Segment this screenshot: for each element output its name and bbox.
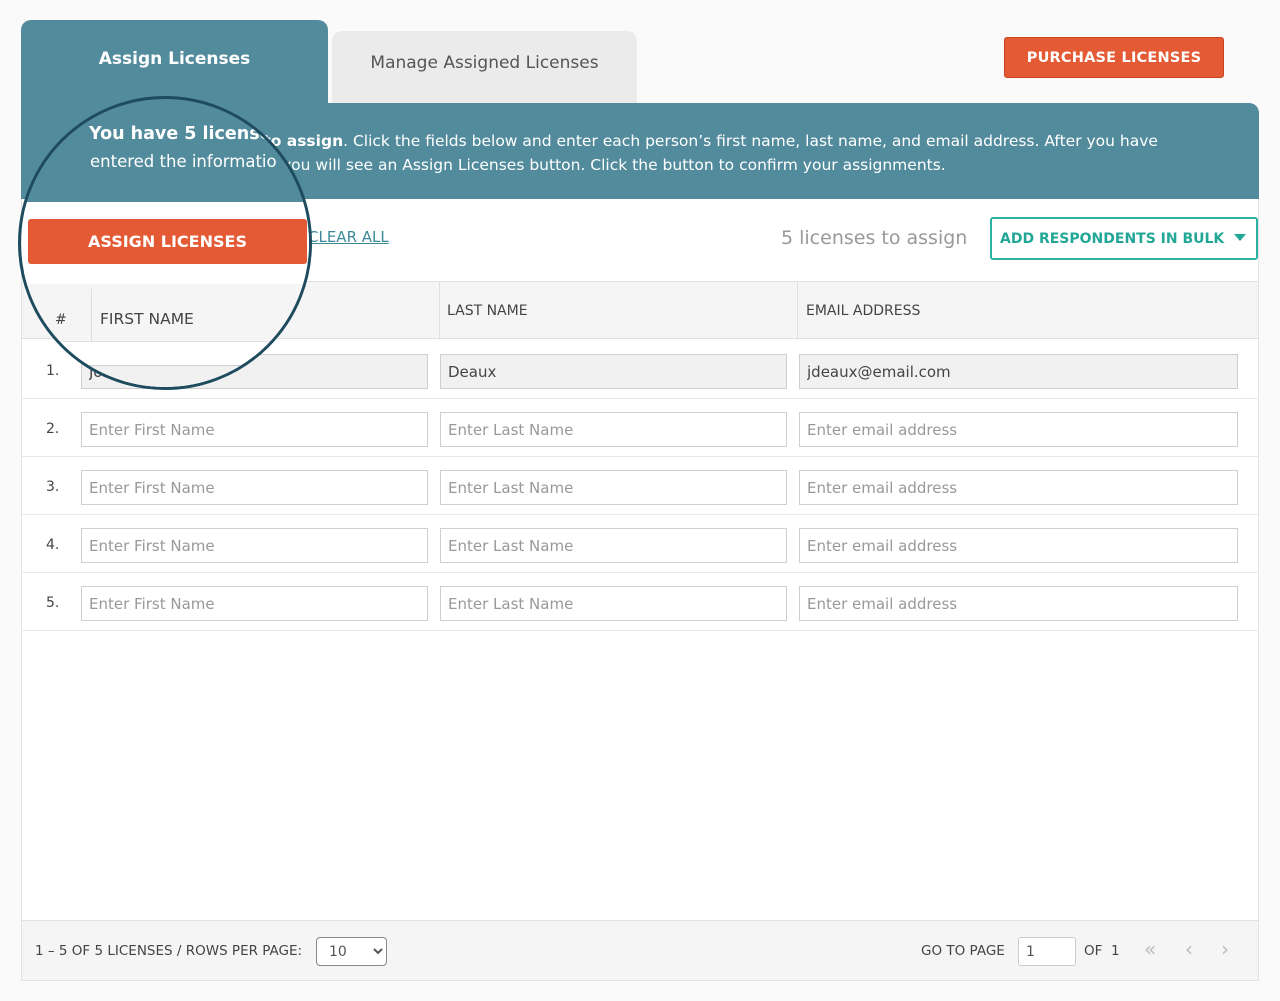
instruction-banner: You have 5 licenses to assign. Click the… [21, 103, 1259, 199]
go-to-page-label: GO TO PAGE [921, 943, 1005, 959]
tab-manage-assigned-licenses[interactable]: Manage Assigned Licenses [332, 31, 637, 104]
table-row: 2. [22, 399, 1258, 457]
email-input[interactable] [799, 412, 1238, 447]
total-pages-label: OF 1 [1084, 943, 1120, 959]
row-number: 5. [46, 595, 60, 611]
column-divider [439, 282, 440, 340]
first-page-icon[interactable]: « [1144, 937, 1156, 961]
last-name-input[interactable] [440, 586, 787, 621]
table-row: 5. [22, 573, 1258, 631]
last-name-input[interactable] [440, 354, 787, 389]
row-number: 4. [46, 537, 60, 553]
license-page: Assign Licenses Manage Assigned Licenses… [0, 0, 1280, 1001]
instruction-intro: You have 5 licenses to assign [87, 132, 344, 150]
row-number: 3. [46, 479, 60, 495]
next-page-icon[interactable]: › [1221, 937, 1229, 961]
email-input[interactable] [799, 354, 1238, 389]
first-name-input[interactable] [81, 586, 428, 621]
add-respondents-bulk-label: ADD RESPONDENTS IN BULK [1000, 230, 1225, 247]
tab-assign-licenses[interactable]: Assign Licenses [21, 20, 328, 104]
last-name-input[interactable] [440, 528, 787, 563]
purchase-licenses-button[interactable]: PURCHASE LICENSES [1004, 37, 1224, 78]
header-first-name: FIRST NAME [97, 310, 182, 326]
last-name-input[interactable] [440, 470, 787, 505]
instruction-text: You have 5 licenses to assign. Click the… [87, 129, 1207, 177]
pagination-summary: 1 – 5 OF 5 LICENSES / ROWS PER PAGE: [35, 943, 303, 959]
email-input[interactable] [799, 528, 1238, 563]
row-number: 1. [46, 363, 60, 379]
rows-per-page-select[interactable]: 10 [316, 937, 387, 966]
clear-all-link[interactable]: CLEAR ALL [308, 228, 389, 246]
header-email-address: EMAIL ADDRESS [806, 303, 921, 319]
previous-page-icon[interactable]: ‹ [1185, 937, 1193, 961]
column-divider [88, 282, 89, 340]
go-to-page-input[interactable] [1018, 937, 1076, 966]
total-pages: 1 [1111, 943, 1120, 959]
table-header: # FIRST NAME LAST NAME EMAIL ADDRESS [22, 281, 1258, 340]
licenses-count: 5 licenses to assign [781, 227, 968, 249]
first-name-input[interactable] [81, 412, 428, 447]
first-name-input[interactable] [81, 528, 428, 563]
caret-down-icon [1234, 234, 1246, 241]
last-name-input[interactable] [440, 412, 787, 447]
table-row: 4. [22, 515, 1258, 573]
table-row: 3. [22, 457, 1258, 515]
pagination-footer: 1 – 5 OF 5 LICENSES / ROWS PER PAGE: 10 … [22, 920, 1258, 980]
of-text: OF [1084, 943, 1103, 959]
add-respondents-bulk-button[interactable]: ADD RESPONDENTS IN BULK [990, 217, 1258, 260]
table-row: 1. [22, 341, 1258, 399]
first-name-input[interactable] [81, 354, 428, 389]
email-input[interactable] [799, 470, 1238, 505]
assign-licenses-button[interactable]: ASSIGN LICENSES [25, 217, 304, 260]
header-last-name: LAST NAME [447, 303, 528, 319]
row-number: 2. [46, 421, 60, 437]
column-divider [797, 282, 798, 340]
header-number: # [52, 310, 64, 326]
email-input[interactable] [799, 586, 1238, 621]
first-name-input[interactable] [81, 470, 428, 505]
